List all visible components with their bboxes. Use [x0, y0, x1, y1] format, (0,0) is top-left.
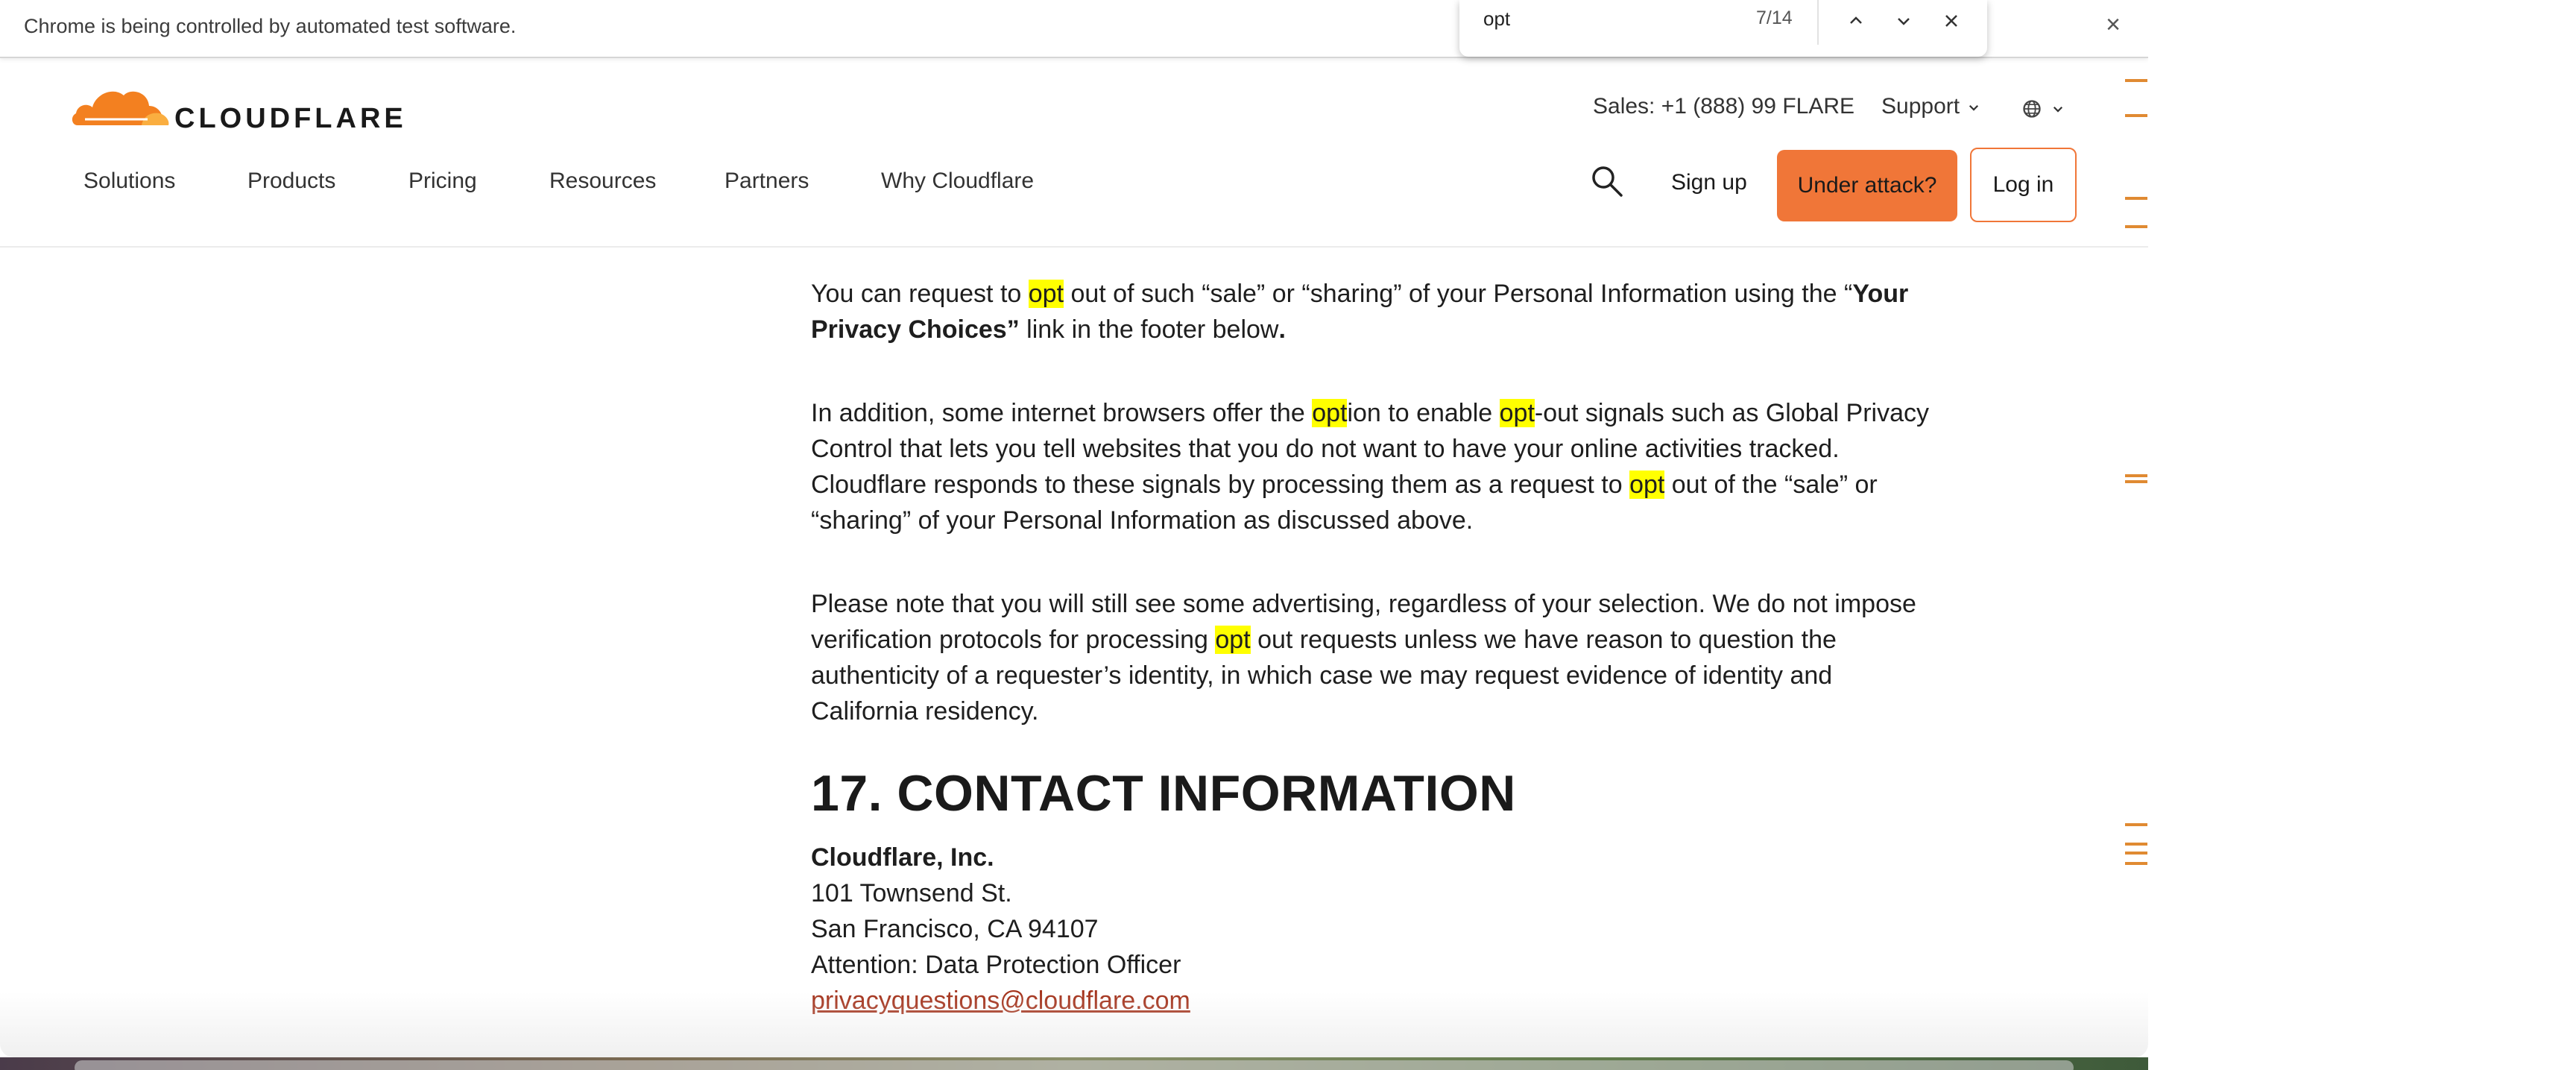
find-input[interactable]: opt — [1483, 7, 1510, 31]
chevron-down-icon — [1898, 18, 1910, 25]
chevron-up-icon — [1850, 16, 1862, 24]
nav-solutions[interactable]: Solutions — [83, 169, 175, 194]
infobar-close-icon[interactable]: × — [2100, 12, 2126, 37]
company-name: Cloudflare, Inc. — [811, 843, 994, 872]
browser-window: Chrome is being controlled by automated … — [0, 0, 2148, 1057]
dock — [75, 1060, 2074, 1070]
text-segment: In addition, some internet browsers offe… — [811, 399, 1313, 427]
log-in-button[interactable]: Log in — [1970, 148, 2077, 222]
chevron-down-icon — [2053, 106, 2062, 113]
nav-why-cloudflare[interactable]: Why Cloudflare — [881, 169, 1034, 194]
sales-phone-link[interactable]: Sales: +1 (888) 99 FLARE — [1593, 94, 1854, 119]
desktop-background — [0, 1057, 2148, 1070]
close-icon — [1945, 15, 1957, 27]
scrollbar-match-marker — [2125, 225, 2147, 228]
support-label: Support — [1881, 94, 1960, 119]
search-button[interactable] — [1590, 164, 1624, 198]
scrollbar-match-marker — [2125, 114, 2147, 117]
text-segment: link in the footer below — [1019, 315, 1279, 344]
search-icon — [1592, 166, 1623, 197]
find-previous-button[interactable] — [1841, 6, 1871, 36]
city-address: San Francisco, CA 94107 — [811, 915, 1099, 943]
find-match-count: 7/14 — [1756, 7, 1793, 28]
privacy-policy-content: You can request to opt out of such “sale… — [811, 276, 1929, 1019]
bottom-fade — [0, 992, 2148, 1057]
find-highlight: opt — [1312, 399, 1348, 427]
nav-partners[interactable]: Partners — [724, 169, 809, 194]
text-segment: You can request to — [811, 280, 1029, 308]
scrollbar-match-marker — [2125, 197, 2147, 200]
globe-icon — [2023, 99, 2041, 118]
paragraph-opt-out-sale: You can request to opt out of such “sale… — [811, 276, 1929, 347]
scrollbar-match-marker — [2125, 480, 2147, 483]
scrollbar-match-marker — [2125, 474, 2147, 477]
paragraph-global-privacy-control: In addition, some internet browsers offe… — [811, 395, 1929, 538]
scrollbar-match-marker — [2125, 823, 2147, 826]
find-highlight: opt — [1629, 471, 1665, 499]
nav-products[interactable]: Products — [247, 169, 335, 194]
find-separator — [1817, 0, 1819, 45]
cloud-logo-icon — [72, 91, 169, 125]
sign-up-link[interactable]: Sign up — [1671, 170, 1747, 195]
paragraph-advertising-note: Please note that you will still see some… — [811, 586, 1929, 729]
nav-resources[interactable]: Resources — [549, 169, 656, 194]
scrollbar-match-marker — [2125, 862, 2147, 865]
scrollbar-match-marker — [2125, 79, 2147, 82]
logo-wordmark: CLOUDFLARE — [174, 103, 407, 134]
nav-pricing[interactable]: Pricing — [408, 169, 477, 194]
find-bar: opt 7/14 — [1459, 0, 1987, 57]
language-selector[interactable] — [2021, 95, 2065, 119]
scrollbar-match-marker — [2125, 843, 2147, 846]
find-close-button[interactable] — [1936, 6, 1966, 36]
scrollbar-match-marker — [2125, 852, 2147, 855]
find-next-button[interactable] — [1889, 6, 1919, 36]
find-highlight: opt — [1215, 626, 1251, 654]
section-heading-contact: 17. CONTACT INFORMATION — [811, 765, 1516, 822]
text-segment: out of such “sale” or “sharing” of your … — [1064, 280, 1853, 308]
infobar-message: Chrome is being controlled by automated … — [24, 15, 517, 37]
find-highlight: opt — [1028, 280, 1064, 308]
attention-line: Attention: Data Protection Officer — [811, 951, 1181, 979]
street-address: 101 Townsend St. — [811, 879, 1012, 907]
under-attack-button[interactable]: Under attack? — [1777, 150, 1957, 221]
chevron-down-icon — [1969, 105, 1979, 111]
text-segment: . — [1278, 315, 1286, 344]
support-menu[interactable]: Support — [1881, 94, 1980, 119]
find-highlight: opt — [1499, 399, 1535, 427]
header-divider — [0, 246, 2148, 248]
cloudflare-logo[interactable]: CLOUDFLARE — [70, 79, 403, 134]
text-segment: ion to enable — [1347, 399, 1500, 427]
